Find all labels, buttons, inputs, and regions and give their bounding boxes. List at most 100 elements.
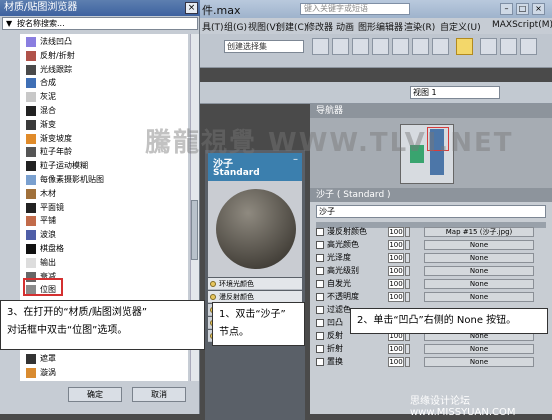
amount-spinner[interactable]	[405, 266, 410, 276]
map-type-icon	[26, 175, 36, 185]
map-amount-input[interactable]: 100	[388, 292, 404, 302]
map-enable-checkbox[interactable]	[316, 280, 324, 288]
map-enable-checkbox[interactable]	[316, 319, 324, 327]
map-amount-input[interactable]: 100	[388, 227, 404, 237]
name-search-input[interactable]: ▼ 按名称搜索...	[2, 17, 198, 30]
map-param-label: 反射	[327, 331, 343, 340]
map-list-item[interactable]: 遮罩	[20, 353, 188, 365]
map-type-icon	[26, 133, 36, 144]
menu-item[interactable]: 具(T)	[202, 20, 224, 33]
step3-callout: 3、在打开的“材质/贴图浏览器” 对话框中双击“位图”选项。	[0, 300, 205, 350]
close-icon[interactable]: ×	[185, 2, 198, 14]
view-dropdown[interactable]: 视图 1	[410, 86, 500, 99]
keyword-search-input[interactable]: 键入关键字或短语	[300, 3, 410, 15]
map-enable-checkbox[interactable]	[316, 332, 324, 340]
map-list-item[interactable]: 棋盘格	[20, 243, 188, 255]
map-amount-input[interactable]: 100	[388, 253, 404, 263]
dropdown-triangle-icon[interactable]: ▼	[6, 19, 12, 28]
render-setup-icon[interactable]	[480, 38, 497, 55]
menu-item[interactable]: 动画	[336, 20, 354, 33]
map-slot-button[interactable]: Map #15 (沙子.jpg)	[424, 227, 534, 237]
tool-icon-4[interactable]	[372, 38, 389, 55]
map-type-icon	[26, 230, 36, 241]
map-amount-input[interactable]: 100	[388, 279, 404, 289]
map-list-item[interactable]: 灰泥	[20, 91, 188, 103]
map-slot-button[interactable]: None	[424, 357, 534, 367]
map-list-label: 渐变坡度	[40, 133, 72, 143]
map-enable-checkbox[interactable]	[316, 293, 324, 301]
map-list-item[interactable]: 平面镜	[20, 202, 188, 214]
tool-icon-1[interactable]	[312, 38, 329, 55]
tool-icon-7[interactable]	[432, 38, 449, 55]
map-enable-checkbox[interactable]	[316, 345, 324, 353]
scrollbar-thumb[interactable]	[191, 200, 198, 260]
ok-button[interactable]: 确定	[68, 387, 122, 402]
material-node-type: Standard	[213, 168, 260, 178]
tool-icon-6[interactable]	[412, 38, 429, 55]
material-editor-icon[interactable]	[456, 38, 473, 55]
material-name-field[interactable]: 沙子	[316, 205, 546, 218]
map-slot-button[interactable]: None	[424, 240, 534, 250]
map-enable-checkbox[interactable]	[316, 306, 324, 314]
amount-spinner[interactable]	[405, 240, 410, 250]
amount-spinner[interactable]	[405, 292, 410, 302]
map-slot-button[interactable]: None	[424, 266, 534, 276]
map-enable-checkbox[interactable]	[316, 267, 324, 275]
selection-set-dropdown[interactable]: 创建选择集	[224, 40, 304, 53]
map-list-item[interactable]: 光线跟踪	[20, 64, 188, 76]
map-enable-checkbox[interactable]	[316, 228, 324, 236]
menu-item[interactable]: 修改器	[306, 20, 333, 33]
tool-icon-2[interactable]	[332, 38, 349, 55]
map-enable-checkbox[interactable]	[316, 254, 324, 262]
map-list-item[interactable]: 法线凹凸	[20, 36, 188, 48]
map-amount-input[interactable]: 100	[388, 240, 404, 250]
map-amount-input[interactable]: 100	[388, 344, 404, 354]
map-list-item[interactable]: 反射/折射	[20, 50, 188, 62]
map-enable-checkbox[interactable]	[316, 241, 324, 249]
menu-item[interactable]: MAXScript(M)	[492, 20, 552, 30]
menu-item[interactable]: 自定义(U)	[440, 20, 481, 33]
render-frame-icon[interactable]	[500, 38, 517, 55]
map-list-item[interactable]: 漩涡	[20, 367, 188, 379]
amount-spinner[interactable]	[405, 344, 410, 354]
material-node[interactable]: 沙子 Standard – 环境光颜色漫反射颜色不透明度过滤色漫反射级别	[205, 150, 305, 420]
minimize-window-button[interactable]: –	[500, 3, 513, 15]
tool-icon-5[interactable]	[392, 38, 409, 55]
maximize-window-button[interactable]: □	[516, 3, 529, 15]
map-list-item[interactable]: 平铺	[20, 215, 188, 227]
amount-spinner[interactable]	[405, 227, 410, 237]
amount-spinner[interactable]	[405, 279, 410, 289]
menu-item[interactable]: 图形编辑器	[358, 20, 403, 33]
map-slot-button[interactable]: None	[424, 253, 534, 263]
map-list-label: 木材	[40, 188, 56, 198]
map-list-item[interactable]: 每像素摄影机贴图	[20, 174, 188, 186]
menu-item[interactable]: 视图(V)	[248, 20, 279, 33]
cancel-button[interactable]: 取消	[132, 387, 186, 402]
map-list-item[interactable]: 合成	[20, 77, 188, 89]
tool-icon-3[interactable]	[352, 38, 369, 55]
map-list-item[interactable]: 木材	[20, 188, 188, 200]
map-list-item[interactable]: 粒子运动模糊	[20, 160, 188, 172]
menu-item[interactable]: 组(G)	[224, 20, 247, 33]
map-amount-input[interactable]: 100	[388, 357, 404, 367]
map-param-label: 过滤色	[327, 305, 351, 314]
menu-item[interactable]: 渲染(R)	[404, 20, 435, 33]
map-enable-checkbox[interactable]	[316, 358, 324, 366]
slot-socket-icon[interactable]	[210, 294, 216, 300]
amount-spinner[interactable]	[405, 253, 410, 263]
map-list-item[interactable]: 输出	[20, 257, 188, 269]
map-type-icon	[26, 119, 36, 130]
map-list-item[interactable]: 混合	[20, 105, 188, 117]
map-slot-button[interactable]: None	[424, 279, 534, 289]
map-slot-button[interactable]: None	[424, 292, 534, 302]
map-list-item[interactable]: 波浪	[20, 229, 188, 241]
map-slot-button[interactable]: None	[424, 344, 534, 354]
menu-item[interactable]: 创建(C)	[276, 20, 307, 33]
material-slot[interactable]: 环境光颜色	[208, 278, 302, 290]
map-amount-input[interactable]: 100	[388, 266, 404, 276]
close-window-button[interactable]: ×	[532, 3, 545, 15]
amount-spinner[interactable]	[405, 357, 410, 367]
slot-socket-icon[interactable]	[210, 281, 216, 287]
render-icon[interactable]	[520, 38, 537, 55]
map-type-icon	[26, 188, 36, 199]
